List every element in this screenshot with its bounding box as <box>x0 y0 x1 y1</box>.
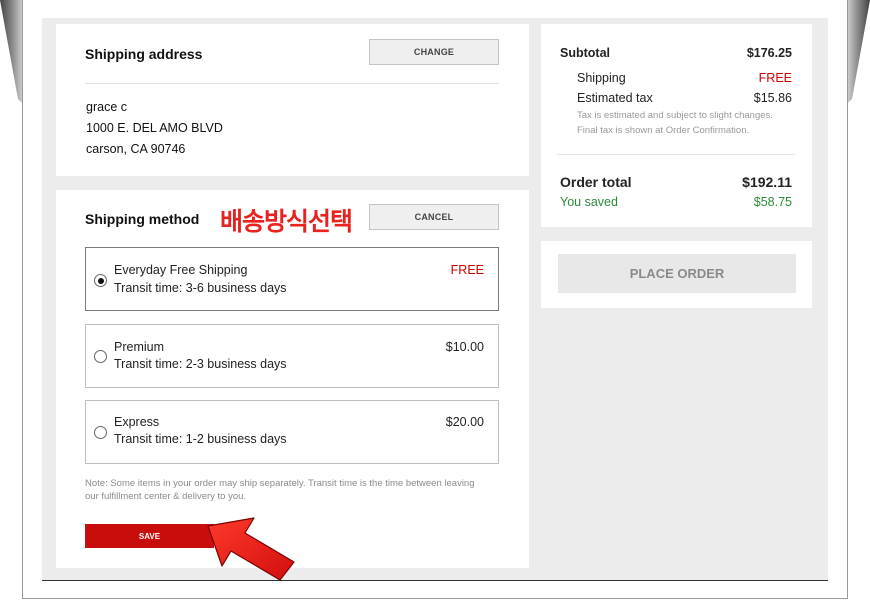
option-transit: Transit time: 1-2 business days <box>114 432 287 446</box>
annotation-text: 배송방식선택 <box>220 207 353 236</box>
shipping-option-premium[interactable]: Premium Transit time: 2-3 business days … <box>85 324 499 388</box>
option-name: Everyday Free Shipping <box>114 263 248 277</box>
address-street: 1000 E. DEL AMO BLVD <box>86 121 223 135</box>
shipping-option-free[interactable]: Everyday Free Shipping Transit time: 3-6… <box>85 247 499 311</box>
saved-label: You saved <box>560 195 618 209</box>
summary-divider <box>557 154 795 155</box>
change-address-button[interactable]: CHANGE <box>369 39 499 65</box>
tax-label: Estimated tax <box>577 91 653 105</box>
order-summary-card: Subtotal $176.25 Shipping FREE Estimated… <box>541 24 812 227</box>
save-button[interactable]: SAVE <box>85 524 214 548</box>
tax-note-line-1: Tax is estimated and subject to slight c… <box>577 110 773 121</box>
address-city-state-zip: carson, CA 90746 <box>86 142 186 156</box>
tax-note-line-2: Final tax is shown at Order Confirmation… <box>577 125 750 136</box>
place-order-button[interactable]: PLACE ORDER <box>558 254 796 293</box>
option-transit: Transit time: 2-3 business days <box>114 357 287 371</box>
shipping-label: Shipping <box>577 71 626 85</box>
order-total-value: $192.11 <box>742 174 792 190</box>
shipping-address-card: Shipping address CHANGE grace c 1000 E. … <box>56 24 529 176</box>
option-name: Premium <box>114 340 165 354</box>
subtotal-label: Subtotal <box>560 46 610 60</box>
shipping-note: Note: Some items in your order may ship … <box>85 478 475 502</box>
bottom-divider <box>42 580 828 581</box>
option-name: Express <box>114 415 160 429</box>
shipping-option-express[interactable]: Express Transit time: 1-2 business days … <box>85 400 499 464</box>
shipping-method-title: Shipping method <box>85 211 200 227</box>
radio-selected-icon[interactable] <box>94 274 107 287</box>
saved-value: $58.75 <box>753 195 792 209</box>
shipping-value: FREE <box>758 71 792 85</box>
option-price: FREE <box>450 263 484 277</box>
address-divider <box>85 83 499 84</box>
shipping-address-title: Shipping address <box>85 46 203 62</box>
subtotal-value: $176.25 <box>746 46 792 60</box>
place-order-card: PLACE ORDER <box>541 241 812 308</box>
option-price: $20.00 <box>445 415 484 429</box>
order-total-label: Order total <box>560 174 632 190</box>
radio-unselected-icon[interactable] <box>94 350 107 363</box>
red-arrow-icon <box>207 517 295 581</box>
cancel-button[interactable]: CANCEL <box>369 204 499 230</box>
option-price: $10.00 <box>445 340 484 354</box>
radio-unselected-icon[interactable] <box>94 426 107 439</box>
address-name: grace c <box>86 100 127 114</box>
option-transit: Transit time: 3-6 business days <box>114 281 287 295</box>
tax-value: $15.86 <box>753 91 792 105</box>
